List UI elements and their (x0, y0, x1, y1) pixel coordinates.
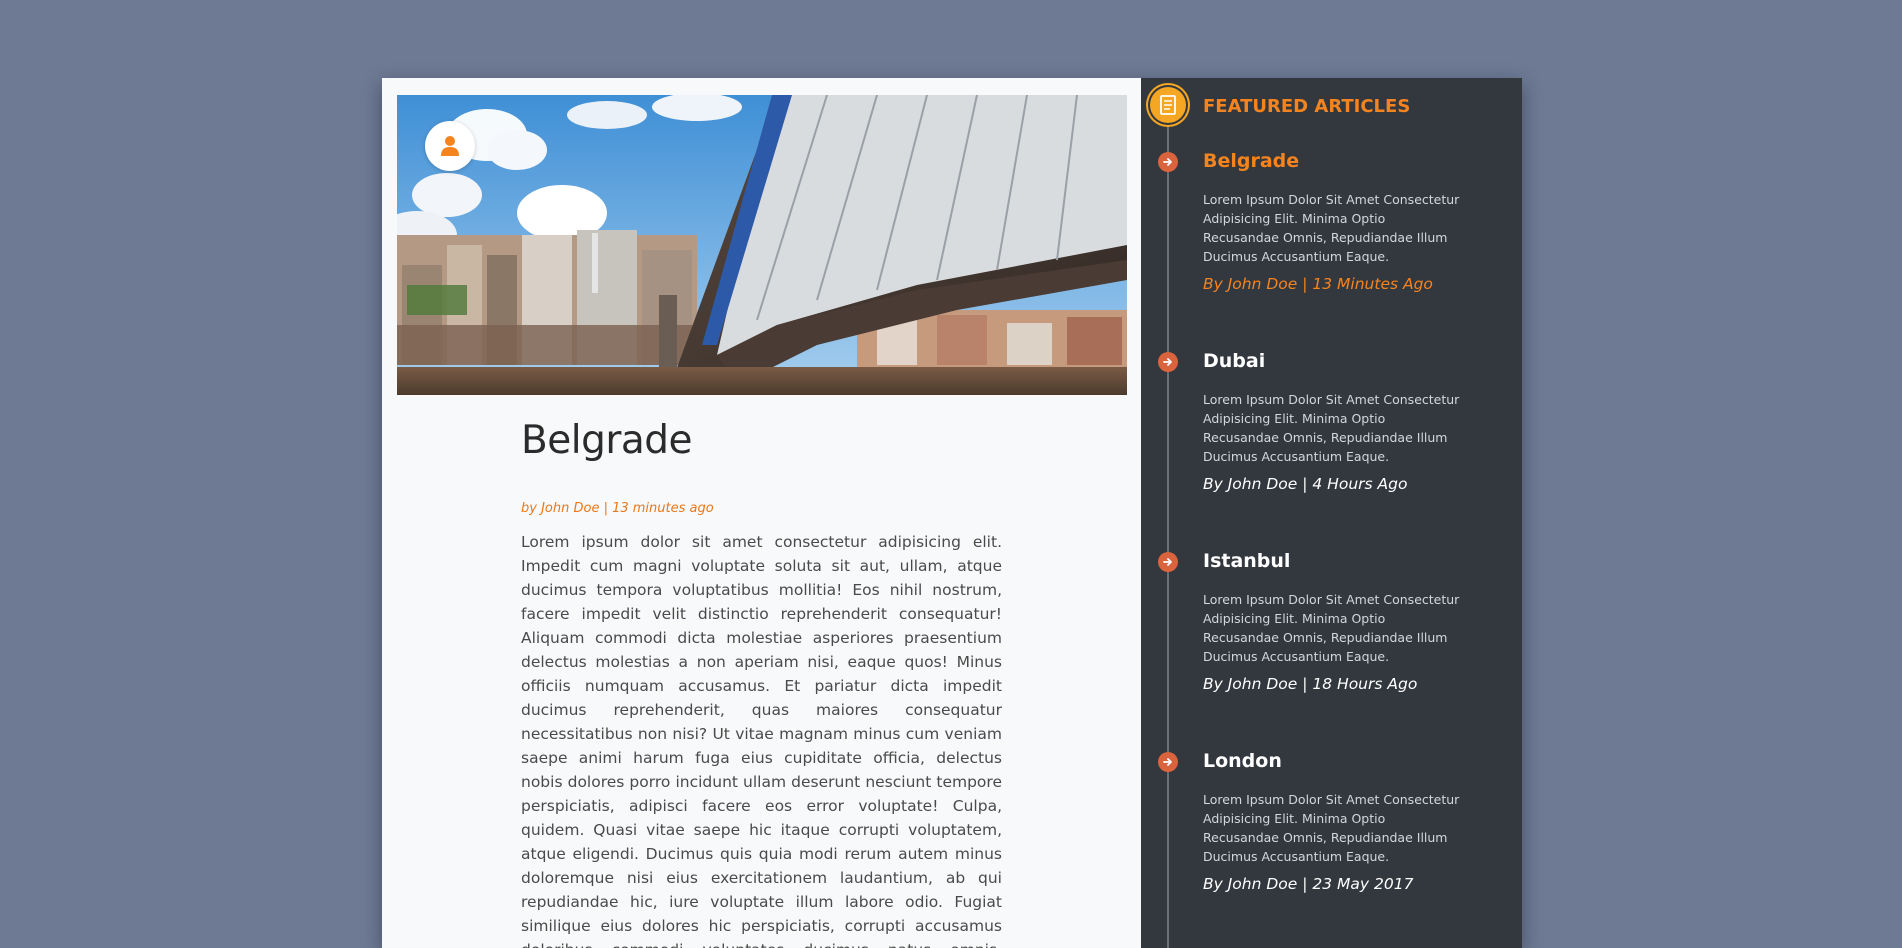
featured-article-title[interactable]: Istanbul (1203, 550, 1290, 572)
featured-article-excerpt: Lorem Ipsum Dolor Sit Amet Consectetur A… (1203, 592, 1460, 664)
document-icon (1150, 87, 1186, 123)
bridge-photo (397, 95, 1127, 395)
featured-articles-sidebar: FEATURED ARTICLES Belgrade Lorem Ipsum D… (1141, 78, 1522, 948)
sidebar-title: FEATURED ARTICLES (1203, 96, 1411, 117)
user-icon (440, 135, 460, 157)
article-content: Belgrade by John Doe | 13 minutes ago Lo… (521, 408, 1002, 948)
featured-article-title[interactable]: London (1203, 750, 1282, 772)
hero-image (397, 95, 1127, 395)
featured-article-excerpt: Lorem Ipsum Dolor Sit Amet Consectetur A… (1203, 792, 1460, 864)
blog-page: Belgrade by John Doe | 13 minutes ago Lo… (382, 78, 1522, 948)
arrow-right-circle-icon (1158, 152, 1178, 172)
article-body: Lorem ipsum dolor sit amet consectetur a… (521, 533, 1002, 948)
featured-article-excerpt: Lorem Ipsum Dolor Sit Amet Consectetur A… (1203, 392, 1460, 464)
arrow-right-circle-icon (1158, 352, 1178, 372)
featured-article-title[interactable]: Belgrade (1203, 150, 1299, 172)
timeline-line (1167, 126, 1169, 948)
featured-article-meta: By John Doe | 4 Hours Ago (1203, 475, 1408, 493)
featured-article-excerpt: Lorem Ipsum Dolor Sit Amet Consectetur A… (1203, 192, 1460, 264)
main-article-panel: Belgrade by John Doe | 13 minutes ago Lo… (382, 78, 1141, 948)
featured-article-meta: By John Doe | 23 May 2017 (1203, 875, 1414, 893)
article-byline: by John Doe | 13 minutes ago (521, 501, 714, 516)
featured-article-title[interactable]: Dubai (1203, 350, 1265, 372)
featured-article-meta: By John Doe | 13 Minutes Ago (1203, 275, 1433, 293)
article-title: Belgrade (521, 418, 693, 463)
arrow-right-circle-icon (1158, 752, 1178, 772)
featured-article-meta: By John Doe | 18 Hours Ago (1203, 675, 1418, 693)
author-avatar[interactable] (425, 121, 475, 171)
arrow-right-circle-icon (1158, 552, 1178, 572)
